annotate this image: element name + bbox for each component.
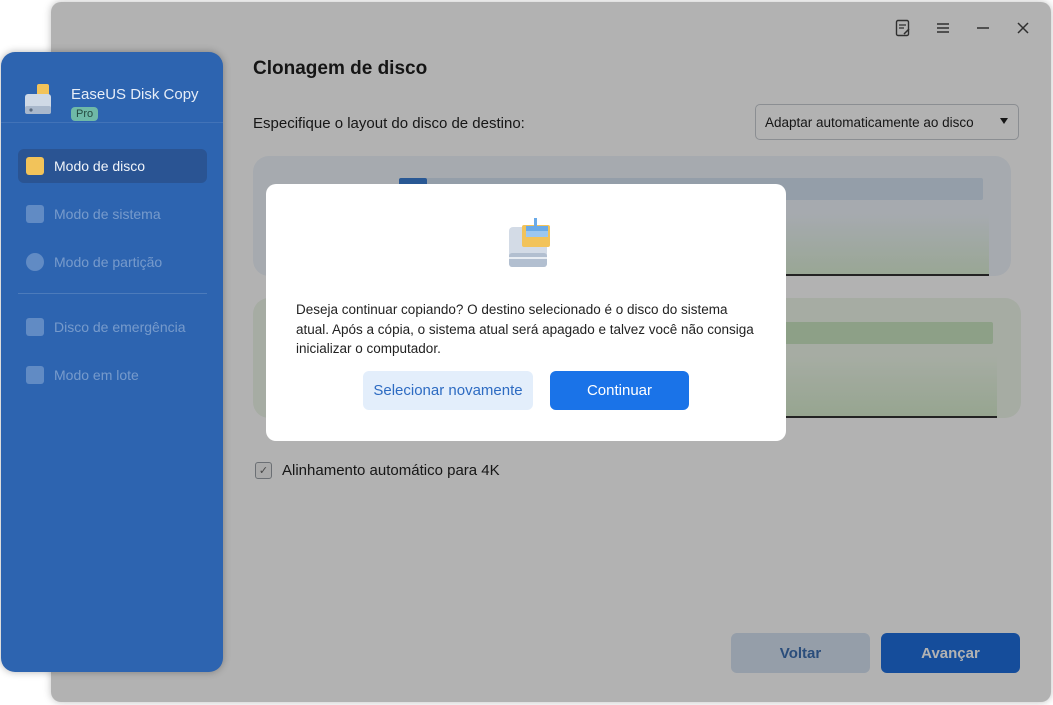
confirm-dialog: Deseja continuar copiando? O destino sel… — [266, 184, 786, 441]
sidebar-shade — [1, 52, 223, 672]
disk-warning-icon — [506, 217, 554, 269]
dialog-message: Deseja continuar copiando? O destino sel… — [296, 302, 754, 356]
continue-button[interactable]: Continuar — [550, 371, 689, 410]
reselect-button[interactable]: Selecionar novamente — [363, 371, 533, 410]
